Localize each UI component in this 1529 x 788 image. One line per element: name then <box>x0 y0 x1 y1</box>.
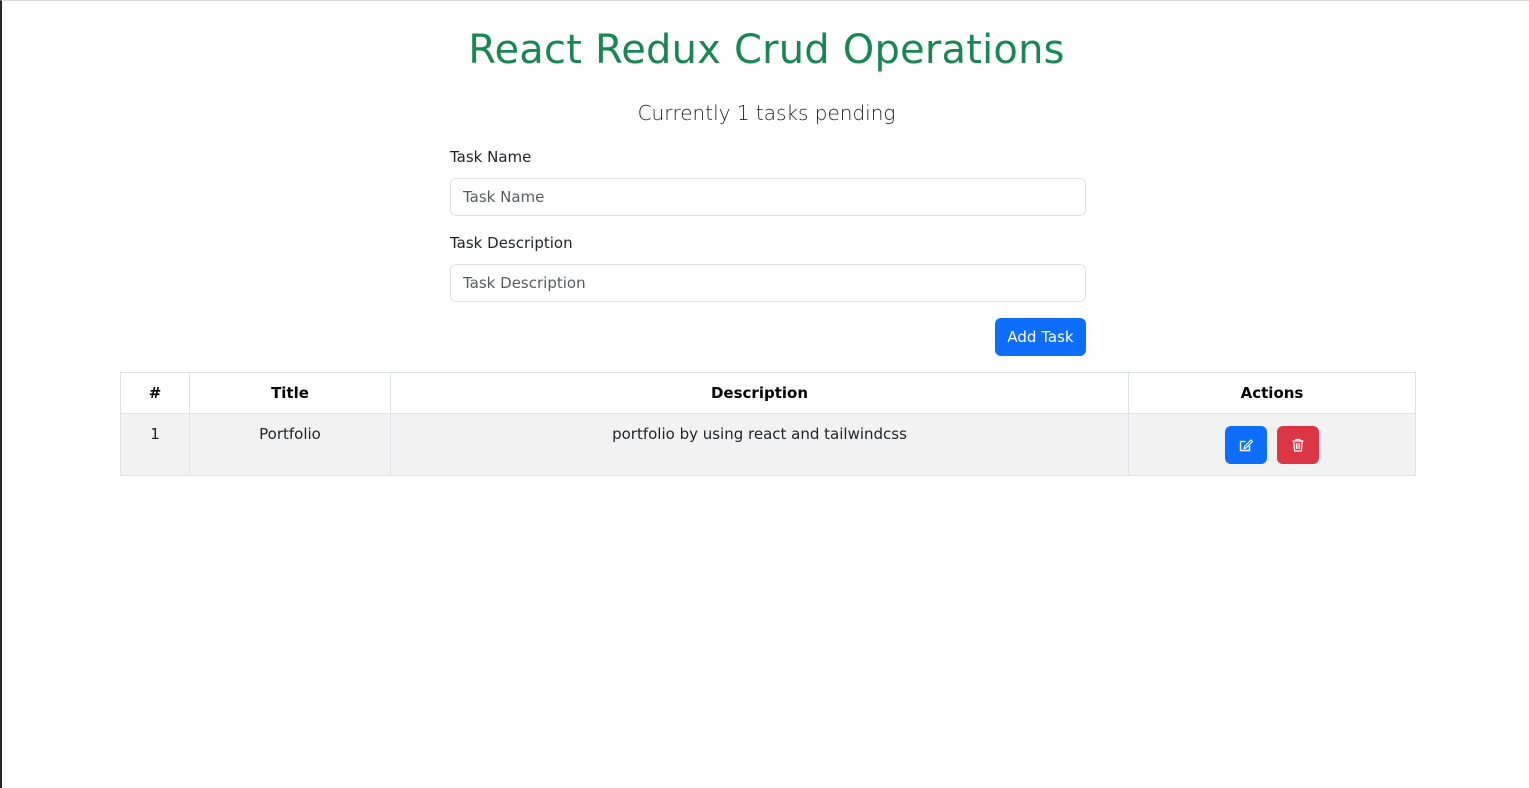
row-index: 1 <box>120 413 190 476</box>
task-description-input[interactable] <box>450 264 1086 302</box>
edit-button[interactable] <box>1224 426 1267 464</box>
page-title: React Redux Crud Operations <box>468 27 1065 73</box>
row-title: Portfolio <box>189 413 391 476</box>
edit-icon <box>1239 439 1253 452</box>
column-header-description: Description <box>390 372 1129 414</box>
column-header-index: # <box>120 372 190 414</box>
pending-count-text: Currently 1 tasks pending <box>637 101 896 125</box>
tasks-table: # Title Description Actions 1 Portfolio … <box>120 372 1416 476</box>
trash-icon <box>1292 438 1304 452</box>
task-name-input[interactable] <box>450 178 1086 216</box>
delete-button[interactable] <box>1277 426 1320 464</box>
column-header-actions: Actions <box>1128 372 1416 414</box>
add-task-button[interactable]: Add Task <box>995 318 1086 356</box>
task-description-label: Task Description <box>450 234 573 252</box>
table-header-row: # Title Description Actions <box>120 372 1416 414</box>
task-name-label: Task Name <box>450 148 532 166</box>
table-row: 1 Portfolio portfolio by using react and… <box>120 413 1416 476</box>
row-actions <box>1128 413 1416 476</box>
column-header-title: Title <box>189 372 391 414</box>
row-description: portfolio by using react and tailwindcss <box>390 413 1129 476</box>
page-frame: React Redux Crud Operations Currently 1 … <box>0 0 1529 788</box>
